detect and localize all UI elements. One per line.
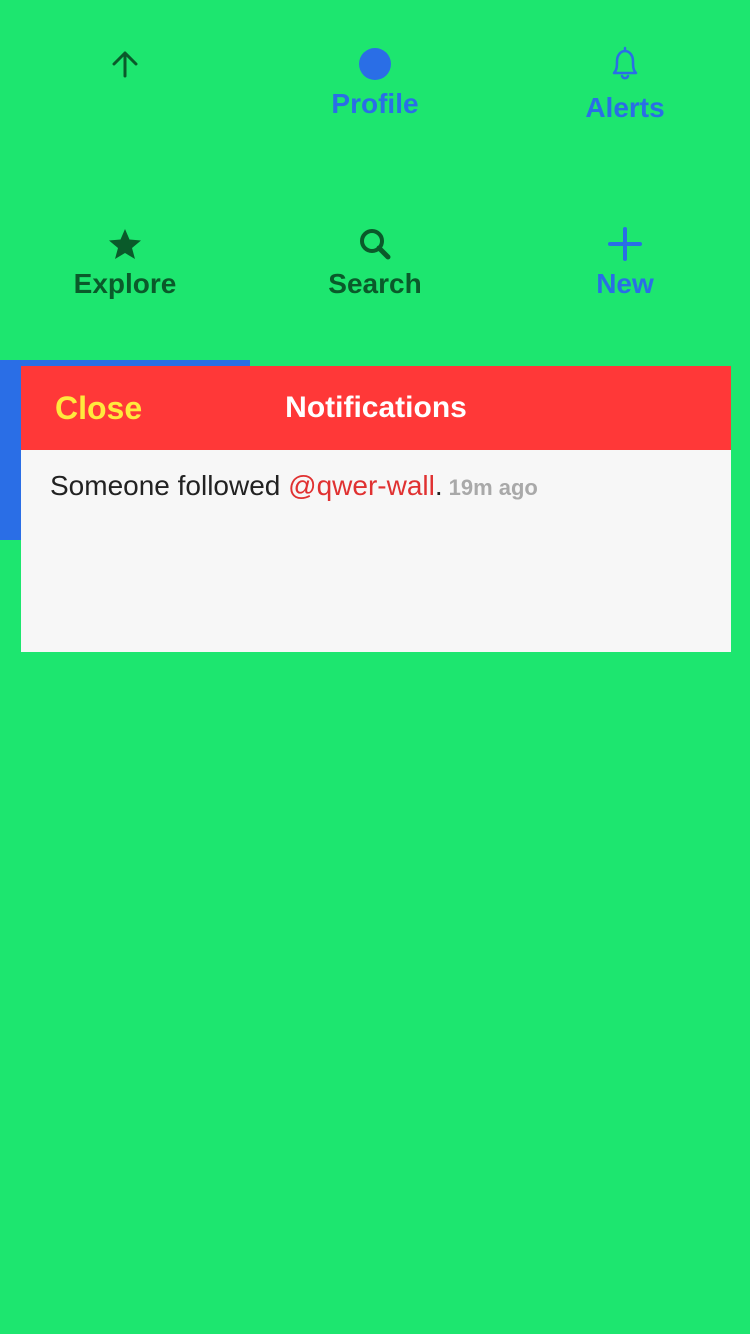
notification-item: Someone followed @qwer-wall. 19m ago xyxy=(21,450,731,524)
star-icon xyxy=(107,224,143,264)
panel-header: Close Notifications xyxy=(21,366,731,450)
nav-item-alerts[interactable]: Alerts xyxy=(500,44,750,124)
nav-label-new: New xyxy=(596,268,654,299)
nav-label-profile: Profile xyxy=(331,88,419,119)
nav-item-search[interactable]: Search xyxy=(250,224,500,300)
arrow-up-icon xyxy=(109,44,141,84)
profile-circle-icon xyxy=(357,44,393,84)
nav-item-new[interactable]: New xyxy=(500,224,750,300)
nav-item-profile[interactable]: Profile xyxy=(250,44,500,120)
notifications-panel: Close Notifications Someone followed @qw… xyxy=(21,366,731,652)
nav-item-explore[interactable]: Explore xyxy=(0,224,250,300)
panel-title: Notifications xyxy=(285,391,467,424)
notification-handle-link[interactable]: @qwer-wall xyxy=(288,470,435,501)
notification-suffix: . xyxy=(434,470,443,501)
nav-label-search: Search xyxy=(328,268,422,299)
notification-time: 19m ago xyxy=(448,475,538,500)
notification-text: Someone followed xyxy=(50,470,289,501)
bell-icon xyxy=(608,44,642,84)
nav-item-up[interactable] xyxy=(0,44,250,84)
nav-label-alerts: Alerts xyxy=(585,92,665,123)
nav-label-explore: Explore xyxy=(73,268,177,299)
plus-icon xyxy=(607,224,643,264)
search-icon xyxy=(357,224,393,264)
